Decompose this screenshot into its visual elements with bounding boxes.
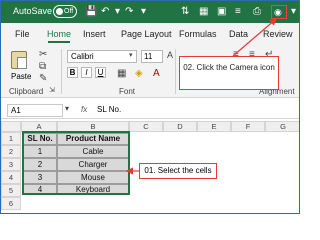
tab-page-layout[interactable]: Page Layout xyxy=(121,29,172,39)
font-group-label: Font xyxy=(119,87,136,96)
formula-bar: A1 ▾ fx SL No. xyxy=(1,101,299,119)
excel-window: AutoSave Off 💾 ↶ ▾ ↷ ▾ ⇅ ▦ ▣ ≡ ⎙ ◉ ▾ Fil… xyxy=(0,0,300,214)
cell-a1[interactable]: SL No. xyxy=(23,133,57,145)
row-header[interactable]: 5 xyxy=(1,184,21,197)
row-header[interactable]: 2 xyxy=(1,145,21,158)
cell-a4[interactable]: 3 xyxy=(23,171,57,184)
column-header[interactable]: B xyxy=(57,121,129,132)
camera-icon[interactable]: ◉ xyxy=(274,7,282,18)
tab-formulas[interactable]: Formulas xyxy=(179,29,217,39)
copy-icon[interactable]: ⧉ xyxy=(39,61,46,72)
font-size-select[interactable]: 11 xyxy=(141,50,163,63)
undo-dropdown-icon[interactable]: ▾ xyxy=(115,6,120,17)
select-all-corner[interactable] xyxy=(1,121,21,132)
increase-font-icon[interactable]: A xyxy=(167,50,173,60)
column-header[interactable]: F xyxy=(231,121,265,132)
redo-dropdown-icon[interactable]: ▾ xyxy=(141,6,146,17)
cut-icon[interactable]: ✂ xyxy=(39,49,47,60)
name-box-dropdown-icon[interactable]: ▾ xyxy=(65,104,69,113)
cell-b2[interactable]: Cable xyxy=(57,145,129,158)
format-painter-icon[interactable]: ✎ xyxy=(39,73,47,84)
save-icon[interactable]: 💾 xyxy=(85,6,97,17)
column-header[interactable]: G xyxy=(265,121,299,132)
font-color-icon[interactable]: A xyxy=(153,68,160,79)
fill-color-icon[interactable]: ◈ xyxy=(135,68,143,79)
ribbon-tabs: File Home Insert Page Layout Formulas Da… xyxy=(1,23,299,45)
group-separator xyxy=(61,49,62,94)
font-name-select[interactable]: Calibri xyxy=(67,50,137,63)
formula-input[interactable]: SL No. xyxy=(97,105,121,114)
column-header[interactable]: A xyxy=(21,121,57,132)
paste-button[interactable]: Paste xyxy=(11,72,31,81)
row-header[interactable]: 1 xyxy=(1,132,21,145)
group-separator xyxy=(175,49,176,94)
tab-insert[interactable]: Insert xyxy=(83,29,106,39)
cell-b4[interactable]: Mouse xyxy=(57,171,129,184)
row-header[interactable]: 3 xyxy=(1,158,21,171)
tab-data[interactable]: Data xyxy=(229,29,248,39)
tab-home[interactable]: Home xyxy=(47,29,71,39)
row-header[interactable]: 4 xyxy=(1,171,21,184)
title-bar: AutoSave Off 💾 ↶ ▾ ↷ ▾ ⇅ ▦ ▣ ≡ ⎙ ◉ ▾ xyxy=(1,1,299,23)
bullet-icon[interactable]: ≡ xyxy=(235,6,241,17)
column-header[interactable]: E xyxy=(197,121,231,132)
cell-b3[interactable]: Charger xyxy=(57,158,129,171)
tab-review[interactable]: Review xyxy=(263,29,293,39)
column-header[interactable]: D xyxy=(163,121,197,132)
clipboard-group-label: Clipboard xyxy=(9,87,44,96)
callout-select-cells: 01. Select the cells xyxy=(139,163,217,179)
borders-icon[interactable]: ▦ xyxy=(117,68,126,79)
autosave-toggle[interactable]: Off xyxy=(53,5,77,18)
autosave-label: AutoSave xyxy=(13,6,53,16)
callout-click-camera: 02. Click the Camera icon xyxy=(179,56,279,90)
cell-a5[interactable]: 4 xyxy=(23,184,57,195)
name-box[interactable]: A1 xyxy=(7,104,63,117)
quick-print-icon[interactable]: ⎙ xyxy=(253,6,261,17)
chart-icon[interactable]: ▣ xyxy=(217,6,226,17)
row-header[interactable]: 6 xyxy=(1,197,21,210)
fx-icon[interactable]: fx xyxy=(81,105,87,114)
cell-a3[interactable]: 2 xyxy=(23,158,57,171)
italic-button[interactable]: I xyxy=(81,67,92,78)
cell-b5[interactable]: Keyboard xyxy=(57,184,129,195)
font-dropdown-icon[interactable]: ▾ xyxy=(129,51,133,59)
redo-icon[interactable]: ↷ xyxy=(125,6,133,17)
cell-a2[interactable]: 1 xyxy=(23,145,57,158)
sort-icon[interactable]: ⇅ xyxy=(181,6,189,17)
format-icon[interactable]: ▦ xyxy=(199,6,208,17)
bold-button[interactable]: B xyxy=(67,67,78,78)
column-header[interactable]: C xyxy=(129,121,163,132)
cell-b1[interactable]: Product Name xyxy=(57,133,129,145)
clipboard-launcher-icon[interactable]: ⇲ xyxy=(49,86,55,94)
tab-file[interactable]: File xyxy=(15,29,30,39)
customize-toolbar-icon[interactable]: ▾ xyxy=(291,6,296,17)
undo-icon[interactable]: ↶ xyxy=(101,6,109,17)
underline-button[interactable]: U xyxy=(95,67,106,78)
active-tab-indicator xyxy=(48,41,70,43)
paste-icon[interactable] xyxy=(11,51,27,69)
